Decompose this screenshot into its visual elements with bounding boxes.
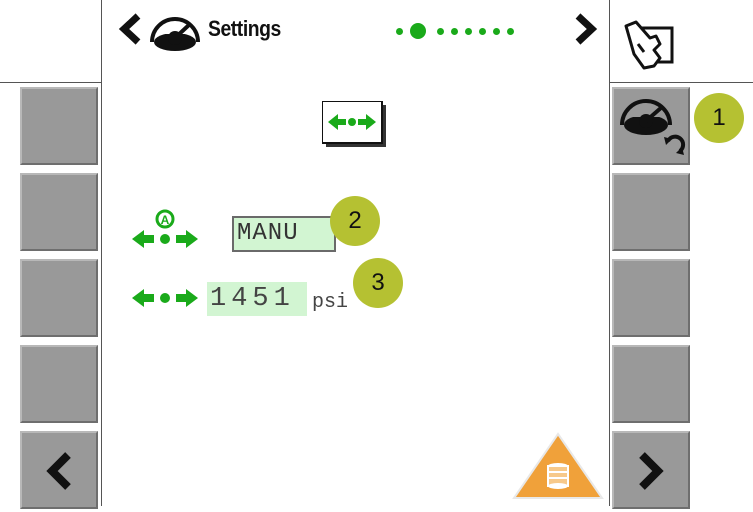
chevron-right-icon (575, 13, 598, 45)
left-softkey-2[interactable] (20, 173, 98, 251)
right-softkey-gauge-refresh[interactable] (612, 87, 690, 165)
left-softkey-1[interactable] (20, 87, 98, 165)
callout-3: 3 (353, 258, 403, 308)
svg-text:A: A (161, 213, 170, 227)
chevron-left-icon (46, 452, 71, 490)
right-divider (609, 0, 610, 506)
page-dot (479, 28, 486, 35)
callout-2: 2 (330, 196, 380, 246)
auto-clamp-icon: A (130, 208, 200, 252)
right-header-separator (609, 82, 753, 83)
gauge-refresh-icon (620, 99, 686, 155)
chevron-left-icon (118, 13, 141, 45)
prev-page-button[interactable] (116, 12, 146, 46)
clamp-arrows-icon (321, 100, 388, 149)
right-softkey-4[interactable] (612, 345, 690, 423)
right-softkey-2[interactable] (612, 173, 690, 251)
left-softkey-3[interactable] (20, 259, 98, 337)
clamp-mode-field[interactable]: MANU (232, 216, 336, 252)
left-header-separator (0, 82, 101, 83)
page-dot (451, 28, 458, 35)
left-divider (101, 0, 102, 506)
pressure-unit: psi (312, 291, 349, 314)
page-dot (507, 28, 514, 35)
home-button[interactable] (620, 14, 680, 74)
clamp-pressure-field[interactable]: 1451 (207, 282, 307, 316)
left-softkey-4[interactable] (20, 345, 98, 423)
coil-warning-icon[interactable] (512, 432, 604, 500)
callout-1: 1 (694, 93, 744, 143)
page-dot (396, 28, 403, 35)
clamp-arrows-icon (130, 284, 200, 312)
right-softkey-next[interactable] (612, 431, 690, 509)
page-dot-active (410, 23, 426, 39)
next-page-button[interactable] (570, 12, 600, 46)
page-dot (465, 28, 472, 35)
page-dot (493, 28, 500, 35)
right-softkey-3[interactable] (612, 259, 690, 337)
left-softkey-prev[interactable] (20, 431, 98, 509)
gauge-icon (146, 12, 204, 52)
chevron-right-icon (639, 452, 664, 490)
hand-on-key-icon (624, 20, 674, 70)
page-dot (437, 28, 444, 35)
page-title: Settings (208, 16, 281, 41)
